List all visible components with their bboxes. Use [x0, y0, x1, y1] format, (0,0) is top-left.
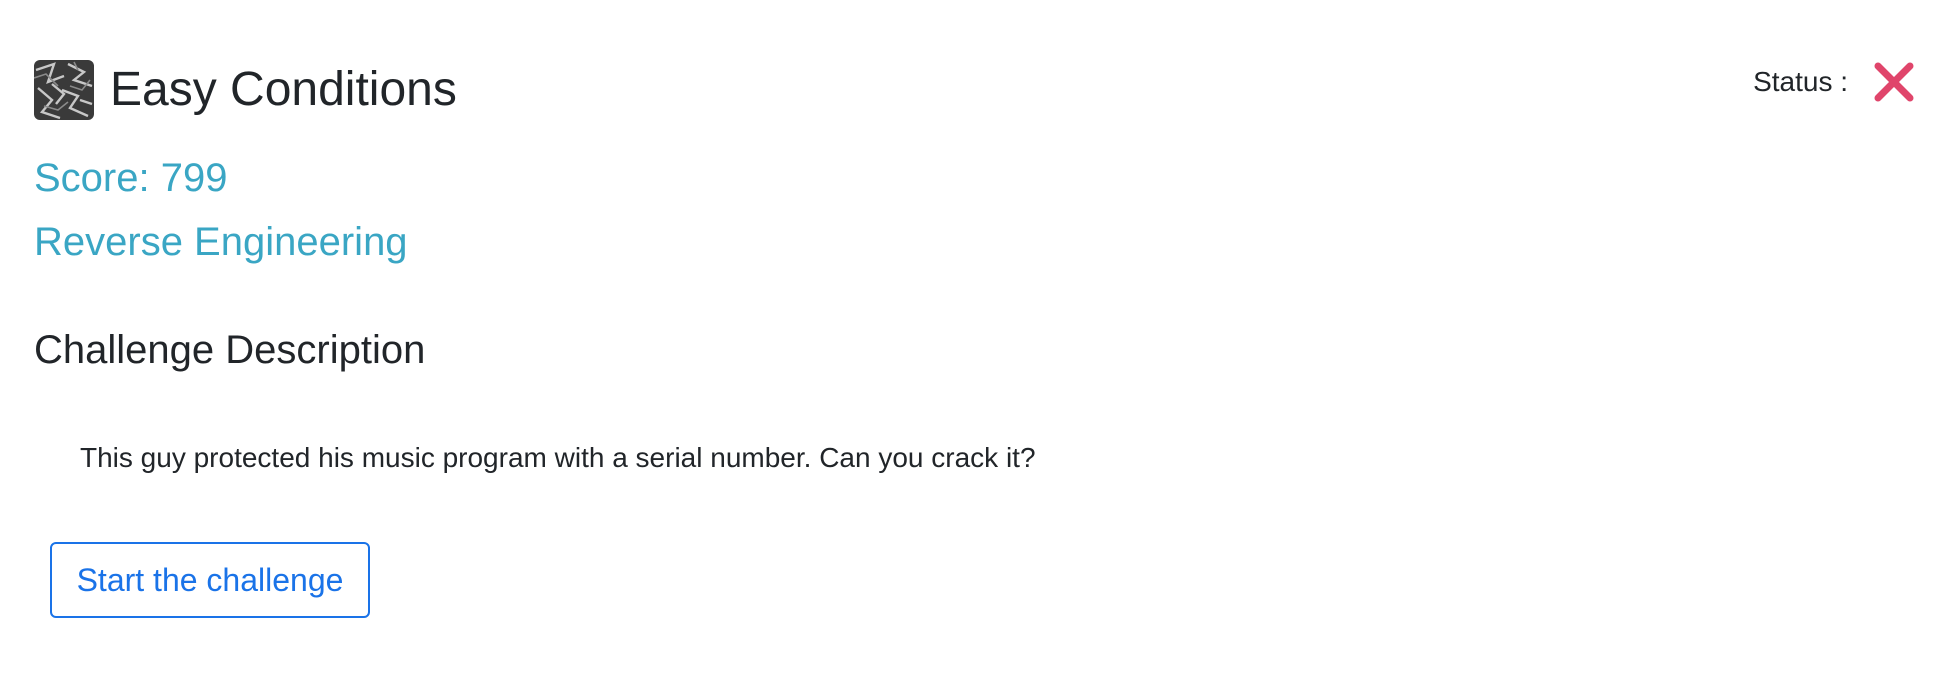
status-label: Status :: [1753, 66, 1848, 97]
challenge-score: Score: 799: [34, 156, 228, 200]
x-mark-icon: [1874, 62, 1914, 102]
challenge-title: Easy Conditions: [110, 63, 457, 116]
description-heading: Challenge Description: [34, 328, 426, 372]
description-text: This guy protected his music program wit…: [80, 442, 1036, 473]
challenge-category: Reverse Engineering: [34, 220, 408, 264]
challenge-thumbnail-image: [34, 60, 94, 120]
challenge-header: Easy Conditions: [34, 60, 457, 120]
status-indicator: Status :: [1753, 58, 1916, 106]
start-challenge-button[interactable]: Start the challenge: [50, 542, 370, 618]
